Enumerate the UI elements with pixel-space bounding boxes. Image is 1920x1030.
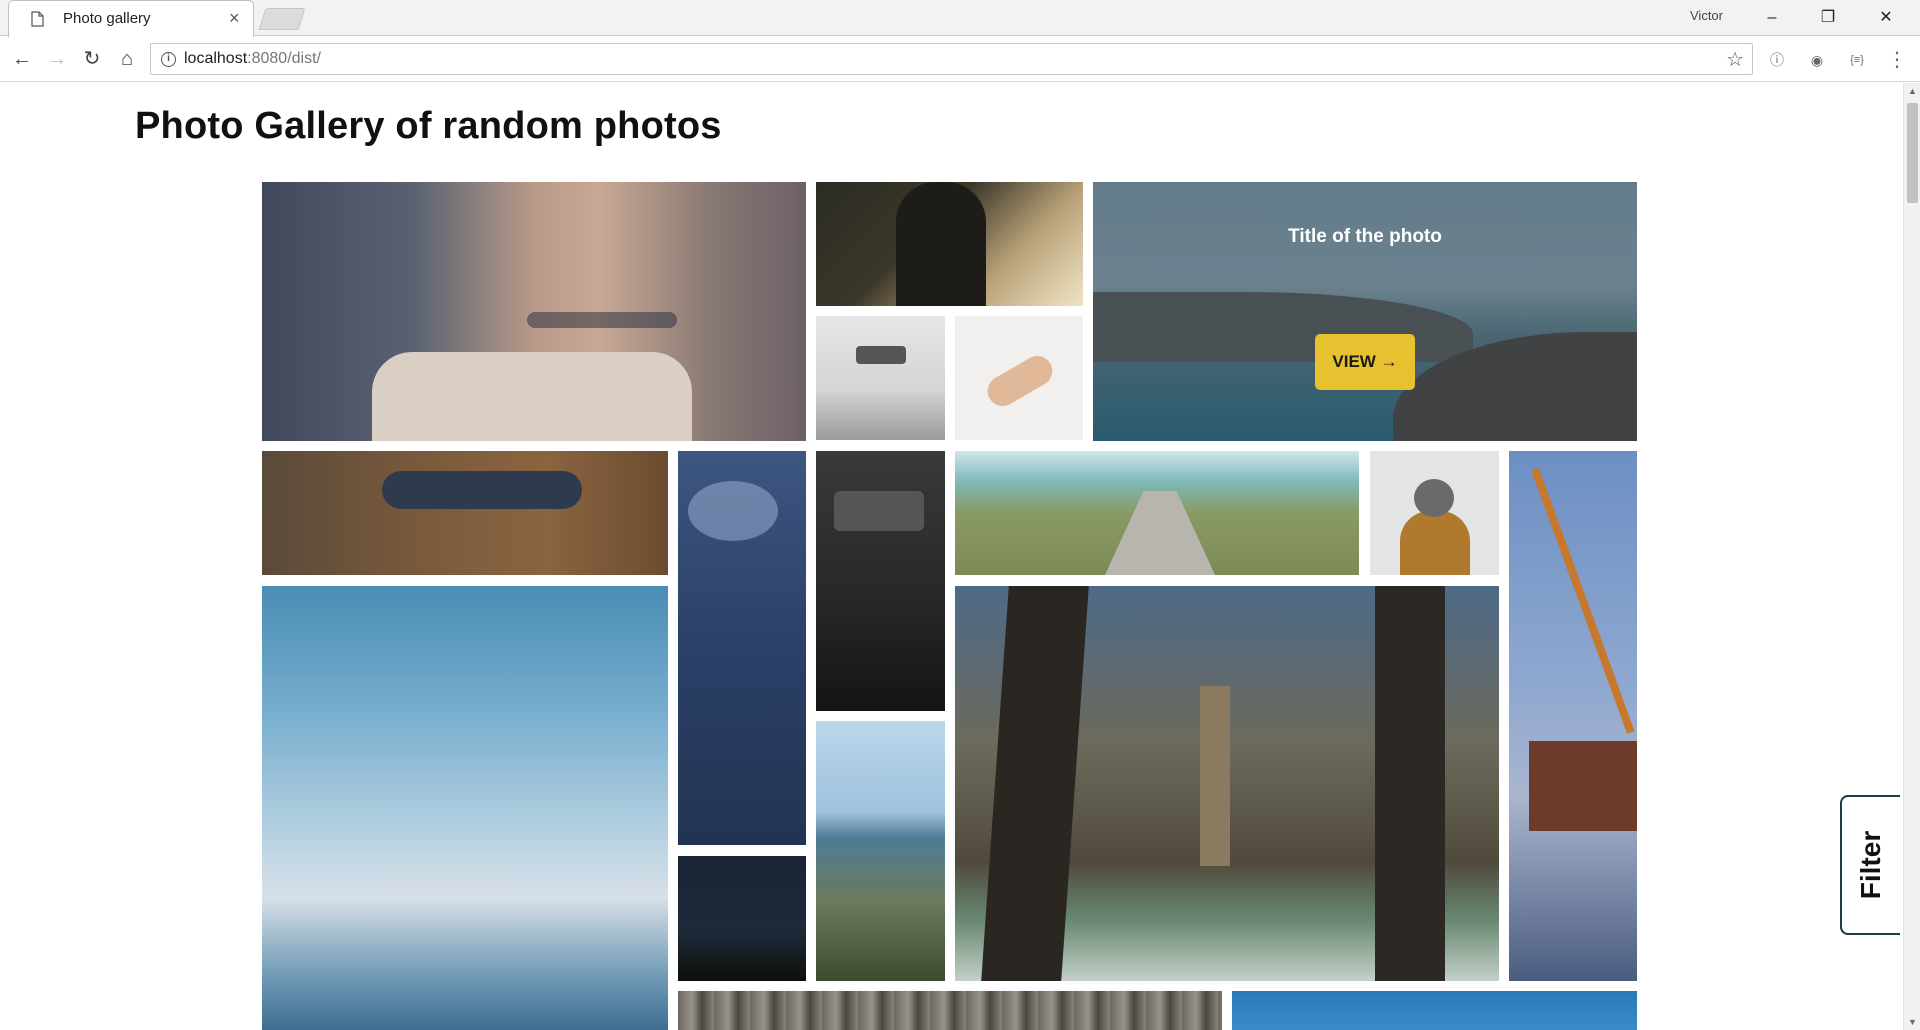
scroll-up-arrow[interactable]: ▲	[1904, 83, 1920, 99]
photo-hover-overlay	[1093, 182, 1637, 441]
profile-name[interactable]: Victor	[1690, 8, 1723, 23]
tab-close-icon[interactable]: ×	[229, 8, 240, 28]
photo-hooded-person[interactable]	[1370, 451, 1499, 575]
photo-blue-water-fish[interactable]	[678, 451, 806, 845]
photo-detail-pillar-left	[981, 586, 1089, 981]
photo-detail-crane	[1531, 468, 1635, 734]
extension-globe-icon[interactable]: ◉	[1806, 49, 1828, 71]
minimize-button[interactable]: –	[1752, 4, 1792, 32]
photo-coastal-town[interactable]	[816, 721, 945, 981]
photo-detail-boardwalk	[1105, 491, 1215, 575]
url-path: :8080/dist/	[247, 50, 321, 67]
browser-tabstrip: Photo gallery × Victor – ❐ ✕	[0, 0, 1920, 37]
photo-detail-hat	[1414, 479, 1454, 517]
photo-blue-sky[interactable]	[1232, 991, 1637, 1030]
scroll-down-arrow[interactable]: ▼	[1904, 1014, 1920, 1030]
photo-detail-dials	[834, 491, 924, 531]
photo-detail-ship	[1529, 741, 1637, 831]
document-icon	[31, 11, 44, 27]
photo-detail-pillar-right	[1375, 586, 1445, 981]
new-tab-button[interactable]	[258, 8, 306, 30]
site-info-icon[interactable]: i	[161, 52, 176, 67]
photo-detail-eyes	[527, 312, 677, 328]
photo-pebbles[interactable]	[678, 991, 1222, 1030]
photo-car-dashboard[interactable]	[816, 451, 945, 711]
bookmark-star-icon[interactable]: ☆	[1726, 47, 1744, 72]
browser-menu-icon[interactable]: ⋮	[1886, 49, 1908, 71]
photo-detail-jacket	[1400, 511, 1470, 575]
photo-detail-tunnel	[1200, 686, 1230, 866]
photo-legs-boots-bench[interactable]	[262, 451, 668, 575]
photo-night-stars-trees[interactable]	[678, 856, 806, 981]
back-button[interactable]: ←	[8, 45, 36, 73]
extension-info-icon[interactable]: ⓘ	[1766, 49, 1788, 71]
close-window-button[interactable]: ✕	[1866, 4, 1906, 32]
url-host: localhost	[184, 50, 248, 67]
photo-detail-sweater	[372, 352, 692, 441]
photo-holding-hands[interactable]	[955, 316, 1083, 440]
photo-sky-clouds-sea[interactable]	[262, 586, 668, 1030]
browser-tab[interactable]: Photo gallery ×	[8, 0, 254, 37]
photo-car-mirror[interactable]	[816, 316, 945, 440]
photo-portrait-woman-sweater[interactable]	[262, 182, 806, 441]
reload-button[interactable]: ↻	[78, 45, 106, 73]
photo-detail-mirror	[856, 346, 906, 364]
address-url: localhost:8080/dist/	[184, 50, 321, 68]
home-button[interactable]: ⌂	[113, 45, 141, 73]
page-viewport: Photo Gallery of random photos Title of …	[0, 83, 1903, 1030]
restore-button[interactable]: ❐	[1808, 4, 1848, 32]
view-photo-button[interactable]: VIEW →	[1315, 334, 1415, 390]
scroll-thumb[interactable]	[1907, 103, 1918, 203]
photo-title: Title of the photo	[1288, 226, 1442, 247]
page-scrollbar[interactable]: ▲ ▼	[1903, 83, 1920, 1030]
tab-title: Photo gallery	[63, 10, 151, 27]
photo-beach-boardwalk[interactable]	[955, 451, 1359, 575]
browser-toolbar: ← → ↻ ⌂ i localhost:8080/dist/ ☆ ⓘ ◉ {≡}…	[0, 37, 1920, 82]
photo-detail-silhouette	[896, 182, 986, 306]
photo-man-sunset-car[interactable]	[816, 182, 1083, 306]
extension-json-icon[interactable]: {≡}	[1846, 49, 1868, 71]
photo-ship-crane-harbor[interactable]	[1509, 451, 1637, 981]
filter-label: Filter	[1855, 830, 1886, 900]
filter-tab[interactable]: Filter	[1840, 795, 1900, 935]
photo-coastal-cliffs[interactable]: Title of the photo VIEW →	[1093, 182, 1637, 441]
address-bar[interactable]: i localhost:8080/dist/ ☆	[150, 43, 1753, 75]
photo-pier-waves[interactable]	[955, 586, 1499, 981]
photo-detail-jeans	[382, 471, 582, 509]
forward-button[interactable]: →	[43, 45, 71, 73]
photo-detail-hands	[982, 350, 1058, 412]
page-title: Photo Gallery of random photos	[135, 105, 722, 147]
photo-detail-light	[688, 481, 778, 541]
